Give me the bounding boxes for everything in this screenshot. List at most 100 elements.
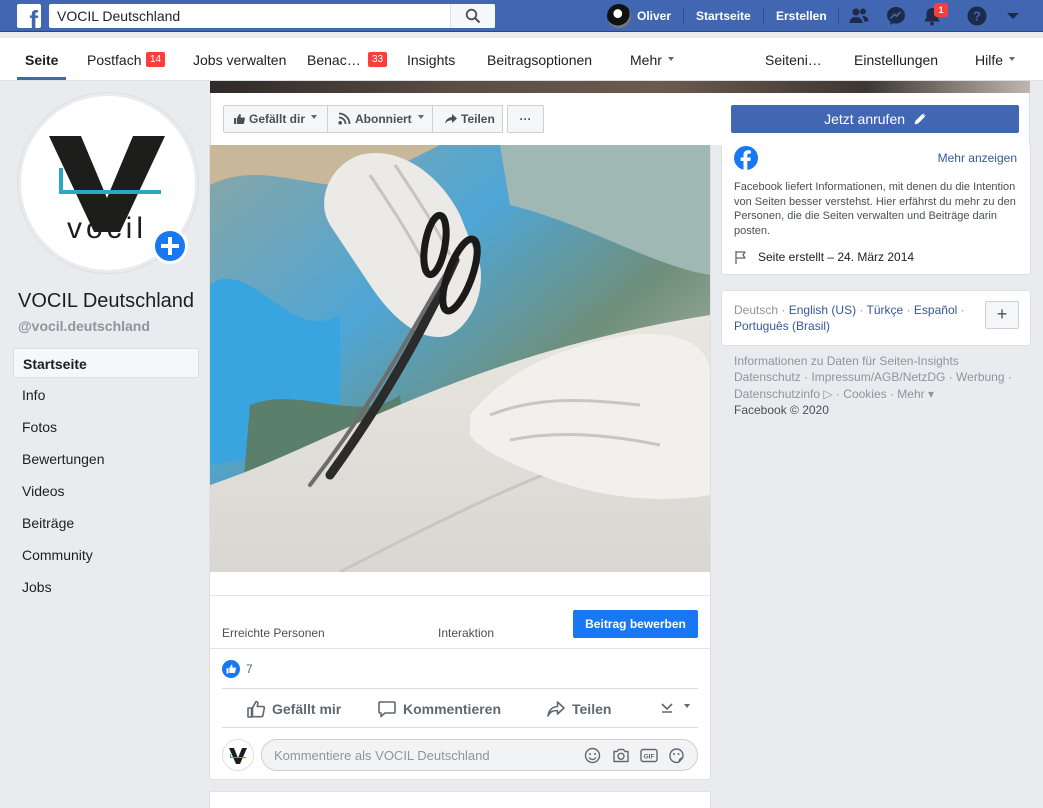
svg-text:?: ? bbox=[973, 9, 981, 24]
comment-bubble-icon bbox=[378, 701, 396, 718]
user-avatar[interactable] bbox=[607, 4, 631, 28]
emoji-icon[interactable] bbox=[584, 747, 601, 764]
like-post-label: Gefällt mir bbox=[272, 701, 342, 717]
show-more-link[interactable]: Mehr anzeigen bbox=[938, 151, 1017, 165]
tab-settings[interactable]: Einstellungen bbox=[854, 52, 938, 68]
language-spanish[interactable]: Español bbox=[914, 303, 957, 317]
sidebar-item-home[interactable]: Startseite bbox=[13, 348, 199, 378]
tab-inbox[interactable]: Postfach bbox=[87, 52, 141, 68]
inbox-badge: 14 bbox=[146, 52, 166, 67]
page-handle[interactable]: @vocil.deutschland bbox=[18, 318, 150, 334]
sidebar-item-info[interactable]: Info bbox=[13, 380, 199, 410]
create-link[interactable]: Erstellen bbox=[776, 9, 827, 23]
separator: · bbox=[906, 303, 911, 317]
search-box[interactable]: VOCIL Deutschland bbox=[49, 4, 495, 28]
tab-more[interactable]: Mehr bbox=[630, 52, 674, 68]
plus-icon bbox=[161, 237, 179, 255]
page-created-info: Seite erstellt – 24. März 2014 bbox=[734, 250, 914, 264]
post-metrics: Erreichte Personen Interaktion Beitrag b… bbox=[210, 595, 710, 649]
language-card: Deutsch · English (US) · Türkçe · Españo… bbox=[721, 290, 1031, 346]
divider bbox=[683, 8, 684, 24]
follow-button[interactable]: Abonniert bbox=[327, 105, 433, 133]
pencil-icon bbox=[914, 113, 926, 125]
sidebar-item-community[interactable]: Community bbox=[13, 540, 199, 570]
camera-icon[interactable] bbox=[612, 747, 630, 764]
tab-notifications[interactable]: Benac… bbox=[307, 52, 361, 68]
post-photo[interactable] bbox=[210, 145, 710, 572]
help-icon[interactable]: ? bbox=[966, 5, 988, 27]
interaction-label: Interaktion bbox=[438, 626, 495, 640]
footer-ad-links[interactable]: Datenschutzinfo ▷ · Cookies · Mehr ▾ bbox=[734, 386, 1034, 402]
like-page-label: Gefällt dir bbox=[249, 112, 306, 126]
home-link[interactable]: Startseite bbox=[696, 9, 751, 23]
reach-label: Erreichte Personen bbox=[222, 626, 325, 640]
facebook-logo[interactable]: f bbox=[17, 4, 41, 28]
friends-icon[interactable] bbox=[848, 5, 870, 27]
tab-manage-jobs[interactable]: Jobs verwalten bbox=[193, 52, 286, 68]
tab-post-options[interactable]: Beitragsoptionen bbox=[487, 52, 592, 68]
language-portuguese[interactable]: Português (Brasil) bbox=[734, 319, 830, 333]
caret-down-icon bbox=[684, 703, 690, 711]
transparency-description: Facebook liefert Informationen, mit dene… bbox=[734, 181, 1016, 237]
sidebar-item-jobs[interactable]: Jobs bbox=[13, 572, 199, 602]
cover-photo[interactable] bbox=[210, 81, 1030, 93]
search-button[interactable] bbox=[450, 4, 495, 28]
language-turkish[interactable]: Türkçe bbox=[867, 303, 904, 317]
search-icon bbox=[465, 8, 481, 24]
like-post-button[interactable]: Gefällt mir bbox=[246, 699, 341, 719]
page-created-label: Seite erstellt – 24. März 2014 bbox=[758, 250, 915, 264]
comment-button[interactable]: Kommentieren bbox=[377, 699, 501, 719]
footer-legal-links[interactable]: Datenschutz · Impressum/AGB/NetzDG · Wer… bbox=[734, 369, 1034, 385]
separator: · bbox=[859, 303, 864, 317]
separator: · bbox=[960, 303, 965, 317]
messenger-icon[interactable] bbox=[885, 5, 907, 27]
active-tab-indicator bbox=[17, 77, 66, 80]
likes-summary[interactable]: 7 bbox=[222, 659, 253, 679]
tab-page[interactable]: Seite bbox=[25, 52, 58, 68]
share-arrow-icon bbox=[547, 701, 565, 717]
sidebar-item-reviews[interactable]: Bewertungen bbox=[13, 444, 199, 474]
insights-data-link[interactable]: Informationen zu Daten für Seiten-Insigh… bbox=[734, 353, 1034, 369]
notification-badge: 1 bbox=[934, 3, 948, 17]
like-page-button[interactable]: Gefällt dir bbox=[223, 105, 328, 133]
caret-down-icon bbox=[417, 115, 424, 122]
profile-link[interactable]: Oliver bbox=[637, 9, 671, 23]
tab-more-label: Mehr bbox=[630, 52, 662, 68]
commenter-avatar[interactable] bbox=[222, 739, 254, 771]
share-page-button[interactable]: Teilen bbox=[432, 105, 503, 133]
page-name[interactable]: VOCIL Deutschland bbox=[18, 290, 194, 313]
tab-help[interactable]: Hilfe bbox=[975, 52, 1016, 68]
tab-insights[interactable]: Insights bbox=[407, 52, 455, 68]
share-page-label: Teilen bbox=[461, 112, 495, 126]
caret-down-icon[interactable] bbox=[1002, 5, 1024, 27]
more-options-button[interactable]: ··· bbox=[507, 105, 544, 133]
promote-post-button[interactable]: Beitrag bewerben bbox=[573, 610, 698, 638]
language-english[interactable]: English (US) bbox=[789, 303, 856, 317]
caret-down-icon bbox=[667, 57, 674, 64]
comment-input[interactable]: Kommentiere als VOCIL Deutschland GIF bbox=[261, 739, 698, 771]
divider bbox=[838, 8, 839, 24]
search-input[interactable]: VOCIL Deutschland bbox=[57, 8, 180, 24]
flag-icon bbox=[735, 251, 746, 264]
call-now-button[interactable]: Jetzt anrufen bbox=[731, 105, 1019, 133]
check-chevron-icon bbox=[661, 703, 673, 713]
sidebar-item-posts[interactable]: Beiträge bbox=[13, 508, 199, 538]
page-action-bar: Gefällt dir Abonniert Teilen ··· Jetzt a… bbox=[210, 93, 1030, 145]
gif-icon[interactable]: GIF bbox=[640, 747, 658, 764]
add-photo-button[interactable] bbox=[152, 228, 188, 264]
post-actions: Gefällt mir Kommentieren Teilen bbox=[222, 688, 698, 728]
share-post-button[interactable]: Teilen bbox=[546, 699, 611, 719]
sidebar-item-videos[interactable]: Videos bbox=[13, 476, 199, 506]
audience-selector[interactable] bbox=[660, 699, 690, 715]
comment-composer: Kommentiere als VOCIL Deutschland GIF bbox=[222, 737, 698, 771]
language-list: Deutsch · English (US) · Türkçe · Españo… bbox=[734, 302, 979, 334]
sticker-icon[interactable] bbox=[668, 747, 685, 764]
footer-links: Informationen zu Daten für Seiten-Insigh… bbox=[734, 353, 1034, 402]
tab-page-info[interactable]: Seiteni… bbox=[765, 52, 822, 68]
sidebar-item-photos[interactable]: Fotos bbox=[13, 412, 199, 442]
like-reaction-icon bbox=[222, 660, 240, 678]
add-language-button[interactable]: + bbox=[985, 301, 1019, 329]
page-nav: Seite Postfach 14 Jobs verwalten Benac… … bbox=[0, 38, 1043, 81]
thumbs-up-icon bbox=[234, 114, 245, 124]
separator: · bbox=[781, 303, 786, 317]
